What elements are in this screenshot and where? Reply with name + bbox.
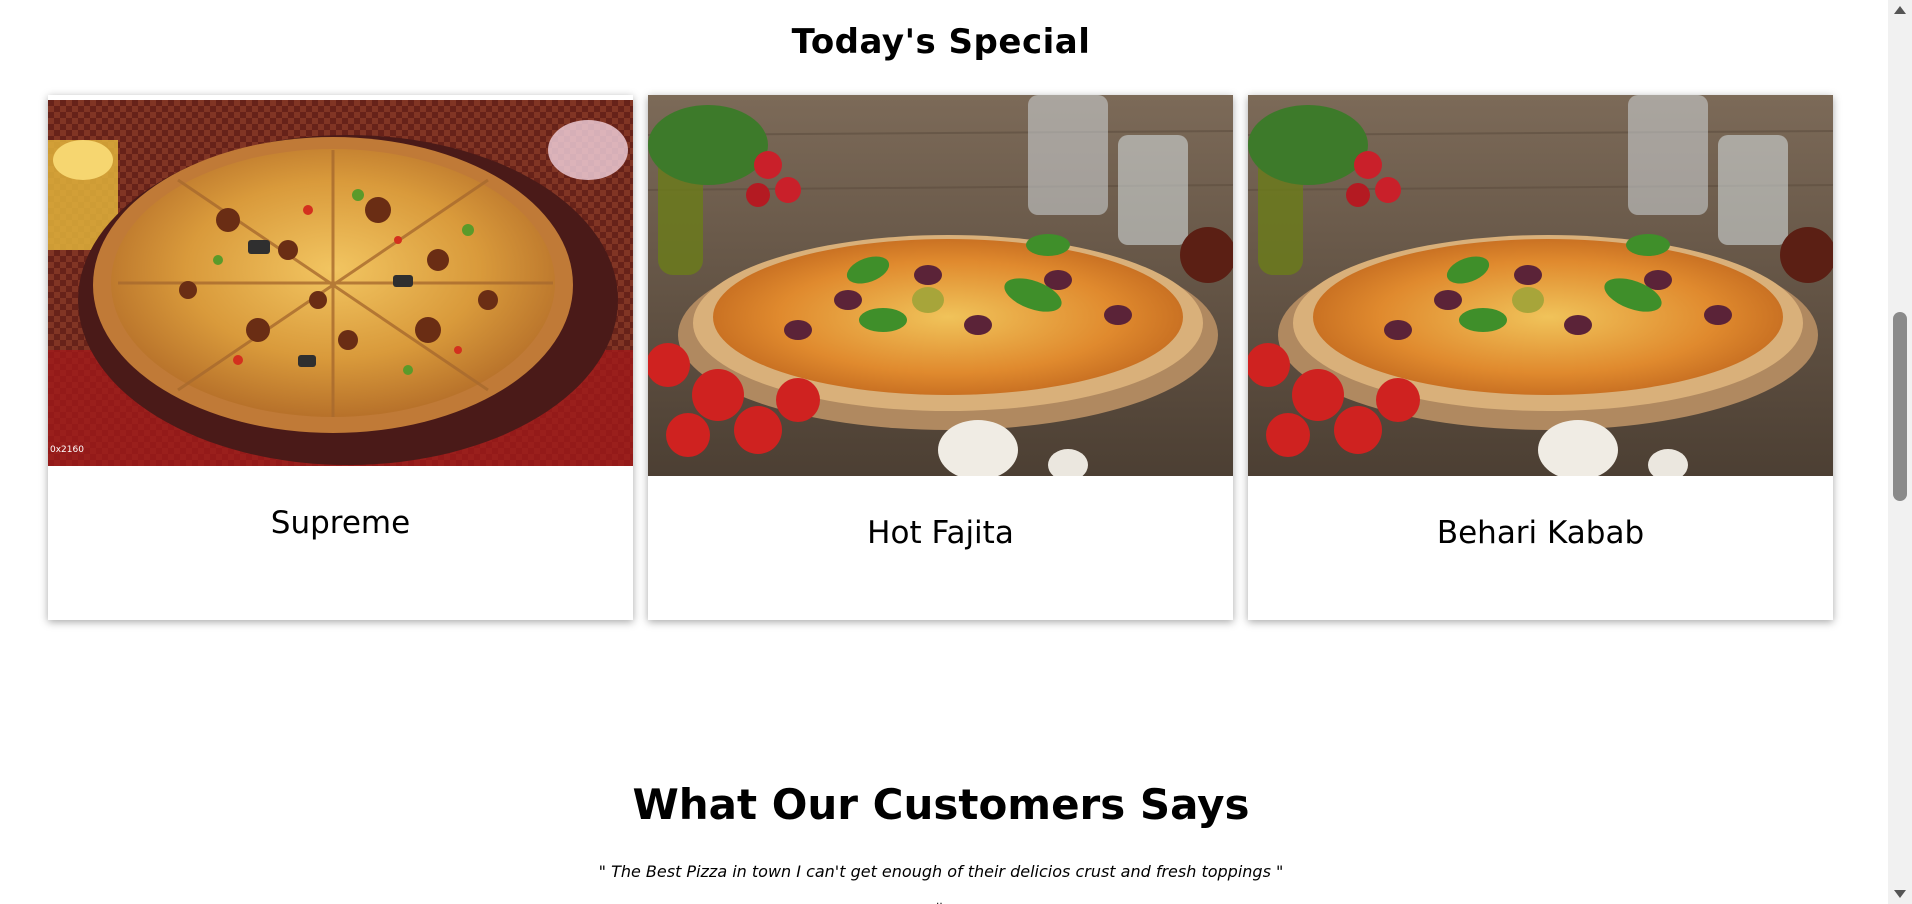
hot-fajita-pizza-image (648, 95, 1233, 476)
special-cards: 0x2160 Supreme Hot Fajita Behari Kabab (48, 95, 1834, 620)
special-card-behari-kabab[interactable]: Behari Kabab (1248, 95, 1833, 620)
special-name-behari-kabab: Behari Kabab (1436, 515, 1645, 551)
scrollbar-thumb[interactable] (1893, 312, 1907, 501)
special-card-supreme[interactable]: 0x2160 Supreme (48, 95, 633, 620)
scroll-up-arrow-icon[interactable] (1894, 6, 1906, 14)
testimonial-quote: " The Best Pizza in town I can't get eno… (598, 862, 1284, 881)
testimonials-heading: What Our Customers Says (632, 780, 1250, 829)
todays-special-heading: Today's Special (791, 22, 1091, 62)
testimonial-indicator: ‥ (936, 896, 943, 904)
special-name-supreme: Supreme (270, 505, 411, 541)
special-card-hot-fajita[interactable]: Hot Fajita (648, 95, 1233, 620)
special-name-hot-fajita: Hot Fajita (867, 515, 1014, 551)
vertical-scrollbar[interactable] (1888, 0, 1912, 904)
scroll-down-arrow-icon[interactable] (1894, 890, 1906, 898)
supreme-pizza-image: 0x2160 (48, 100, 633, 466)
supreme-image-caption: 0x2160 (50, 445, 84, 455)
behari-kabab-pizza-image (1248, 95, 1833, 476)
page: Today's Special 0x2160 Supreme Hot Fajit… (0, 0, 1912, 904)
